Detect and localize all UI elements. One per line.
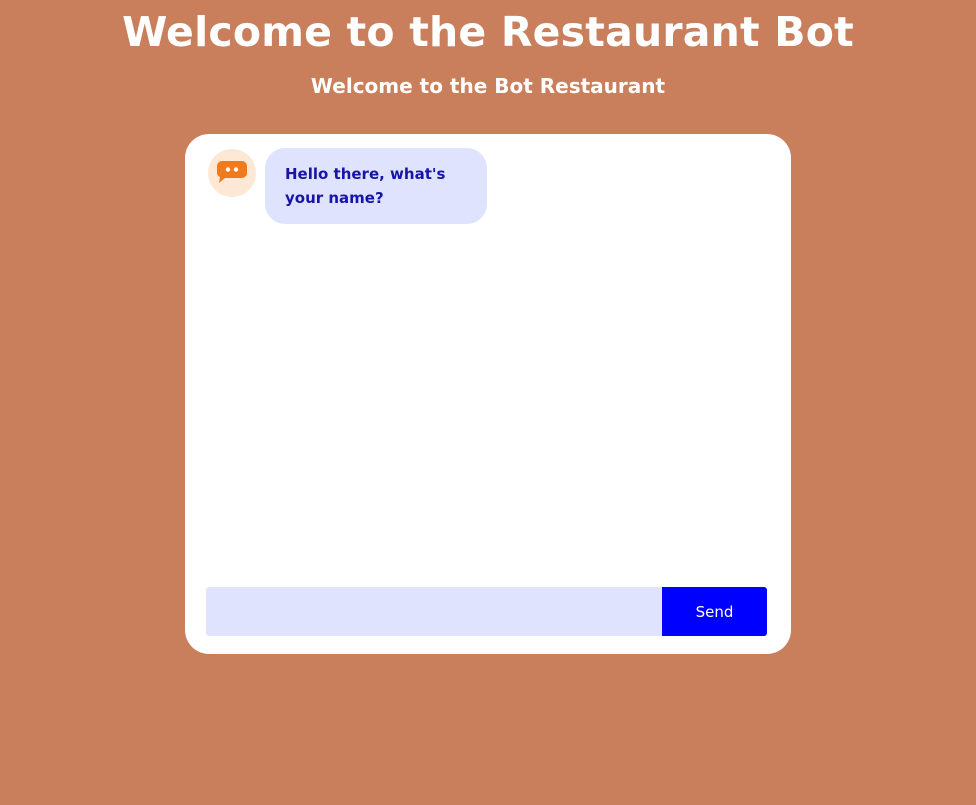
chat-bubble-icon <box>217 161 247 183</box>
bot-message: Hello there, what's your name? <box>265 148 487 224</box>
chat-window: Hello there, what's your name? Send <box>185 134 791 654</box>
message-input[interactable] <box>206 587 662 636</box>
bot-avatar <box>208 149 256 197</box>
page-subtitle: Welcome to the Bot Restaurant <box>310 74 666 98</box>
send-button[interactable]: Send <box>662 587 767 636</box>
page-title: Welcome to the Restaurant Bot <box>122 8 854 56</box>
